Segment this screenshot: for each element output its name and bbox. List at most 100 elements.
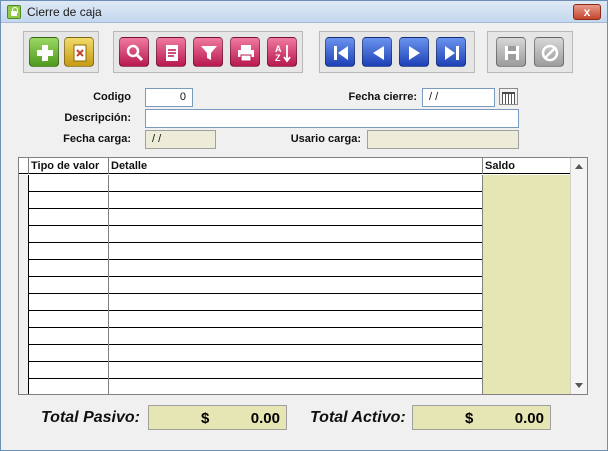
table-row[interactable] [19,379,571,394]
calendar-picker-button[interactable] [499,88,518,105]
cell-saldo[interactable] [483,226,571,243]
grid-vertical-scrollbar[interactable] [570,158,587,394]
cell-detalle[interactable] [109,277,483,294]
table-row[interactable] [19,226,571,243]
row-selector[interactable] [19,192,29,209]
row-selector[interactable] [19,209,29,226]
table-row[interactable] [19,175,571,192]
cell-tipo-de-valor[interactable] [29,294,109,311]
cell-detalle[interactable] [109,379,483,394]
scroll-down-icon[interactable] [575,383,583,388]
print-icon [238,45,254,62]
cell-saldo[interactable] [483,260,571,277]
descripcion-label: Descripción: [64,112,131,124]
column-header-detalle[interactable]: Detalle [109,158,483,174]
row-selector[interactable] [19,328,29,345]
save-button[interactable] [496,37,526,67]
search-button[interactable] [119,37,149,67]
cell-tipo-de-valor[interactable] [29,260,109,277]
delete-button[interactable] [64,37,94,67]
cell-tipo-de-valor[interactable] [29,192,109,209]
table-row[interactable] [19,362,571,379]
next-record-button[interactable] [399,37,429,67]
scroll-up-icon[interactable] [575,164,583,169]
table-row[interactable] [19,345,571,362]
add-button[interactable] [29,37,59,67]
table-row[interactable] [19,294,571,311]
row-selector[interactable] [19,260,29,277]
total-pasivo-label: Total Pasivo: [41,409,140,426]
previous-record-button[interactable] [362,37,392,67]
fecha-cierre-input[interactable]: / / [422,88,495,107]
cell-tipo-de-valor[interactable] [29,277,109,294]
usuario-carga-label: Usario carga: [290,133,361,145]
cell-detalle[interactable] [109,209,483,226]
edit-icon [166,45,178,61]
cancel-button[interactable] [534,37,564,67]
cell-detalle[interactable] [109,362,483,379]
cell-tipo-de-valor[interactable] [29,209,109,226]
table-row[interactable] [19,209,571,226]
cell-detalle[interactable] [109,243,483,260]
cell-detalle[interactable] [109,311,483,328]
cell-tipo-de-valor[interactable] [29,226,109,243]
row-selector[interactable] [19,175,29,192]
cell-saldo[interactable] [483,328,571,345]
cell-saldo[interactable] [483,175,571,192]
last-record-button[interactable] [436,37,466,67]
cell-saldo[interactable] [483,311,571,328]
cell-tipo-de-valor[interactable] [29,379,109,394]
app-lock-icon [7,5,21,19]
cell-saldo[interactable] [483,362,571,379]
cell-tipo-de-valor[interactable] [29,345,109,362]
column-header-saldo[interactable]: Saldo [483,158,571,174]
row-selector[interactable] [19,311,29,328]
column-header-tipo-de-valor[interactable]: Tipo de valor [29,158,109,174]
cancel-icon [541,44,559,62]
row-selector[interactable] [19,226,29,243]
cell-tipo-de-valor[interactable] [29,311,109,328]
filter-button[interactable] [193,37,223,67]
edit-button[interactable] [156,37,186,67]
valores-grid[interactable]: Tipo de valor Detalle Saldo [18,157,588,395]
cell-detalle[interactable] [109,260,483,277]
row-selector[interactable] [19,362,29,379]
row-selector[interactable] [19,294,29,311]
title-bar[interactable]: Cierre de caja x [1,1,607,23]
print-button[interactable] [230,37,260,67]
cell-tipo-de-valor[interactable] [29,362,109,379]
table-row[interactable] [19,260,571,277]
table-row[interactable] [19,277,571,294]
close-button[interactable]: x [573,4,601,20]
cell-saldo[interactable] [483,243,571,260]
cell-detalle[interactable] [109,175,483,192]
cell-detalle[interactable] [109,328,483,345]
cell-saldo[interactable] [483,277,571,294]
cell-tipo-de-valor[interactable] [29,243,109,260]
total-activo-field: $ 0.00 [412,405,551,430]
cell-saldo[interactable] [483,379,571,394]
first-record-button[interactable] [325,37,355,67]
cell-tipo-de-valor[interactable] [29,328,109,345]
cell-saldo[interactable] [483,294,571,311]
table-row[interactable] [19,192,571,209]
row-selector[interactable] [19,243,29,260]
table-row[interactable] [19,311,571,328]
row-selector[interactable] [19,379,29,394]
row-selector[interactable] [19,345,29,362]
cell-detalle[interactable] [109,192,483,209]
descripcion-input[interactable] [145,109,519,128]
toolbar-group-navigation [319,31,475,73]
cell-tipo-de-valor[interactable] [29,175,109,192]
codigo-input[interactable]: 0 [145,88,193,107]
cell-saldo[interactable] [483,192,571,209]
cell-saldo[interactable] [483,345,571,362]
table-row[interactable] [19,328,571,345]
cell-saldo[interactable] [483,209,571,226]
cell-detalle[interactable] [109,345,483,362]
table-row[interactable] [19,243,571,260]
sort-button[interactable]: AZ [267,37,297,67]
cell-detalle[interactable] [109,226,483,243]
cell-detalle[interactable] [109,294,483,311]
row-selector[interactable] [19,277,29,294]
